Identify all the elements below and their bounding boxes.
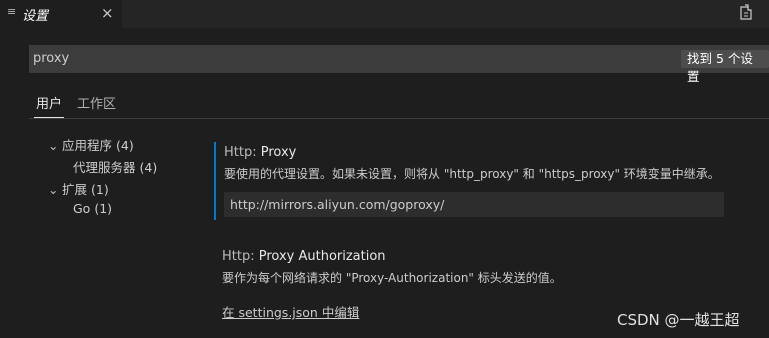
toc-item-go[interactable]: Go (1) bbox=[73, 201, 112, 216]
toc-item-application[interactable]: ⌄ 应用程序 (4) bbox=[48, 135, 134, 154]
toc-label: 应用程序 bbox=[62, 138, 113, 153]
edit-in-settings-json-link[interactable]: 在 settings.json 中编辑 bbox=[222, 302, 359, 321]
settings-tab[interactable]: ≡ 设置 × bbox=[0, 0, 122, 28]
toc-count: (4) bbox=[116, 138, 134, 153]
setting-description: 要使用的代理设置。如果未设置，则将从 "http_proxy" 和 "https… bbox=[224, 167, 720, 181]
setting-title: Http: Proxy bbox=[224, 145, 296, 160]
title-bar: ≡ 设置 × bbox=[0, 0, 769, 28]
setting-http-proxy: Http: Proxy 要使用的代理设置。如果未设置，则将从 "http_pro… bbox=[214, 142, 756, 220]
setting-category: Http: bbox=[224, 145, 261, 160]
search-input[interactable]: proxy bbox=[33, 51, 69, 66]
tab-title: 设置 bbox=[22, 9, 49, 24]
toc-label: Go bbox=[73, 201, 91, 216]
tab-workspace[interactable]: 工作区 bbox=[77, 93, 116, 112]
watermark: CSDN @一越王超 bbox=[617, 311, 740, 329]
scope-tabs: 用户 工作区 bbox=[29, 88, 769, 119]
setting-name: Proxy Authorization bbox=[258, 249, 386, 264]
setting-description: 要作为每个网络请求的 "Proxy-Authorization" 标头发送的值。 bbox=[222, 271, 562, 285]
chevron-down-icon: ⌄ bbox=[48, 138, 59, 153]
tab-user[interactable]: 用户 bbox=[33, 93, 65, 118]
toc-count: (1) bbox=[94, 201, 113, 216]
result-count-badge: 找到 5 个设置 bbox=[681, 50, 769, 84]
list-icon: ≡ bbox=[7, 5, 17, 18]
open-settings-json-icon[interactable] bbox=[737, 4, 755, 22]
toc-label: 扩展 bbox=[62, 182, 88, 197]
setting-title: Http: Proxy Authorization bbox=[222, 249, 386, 264]
setting-category: Http: bbox=[222, 249, 259, 264]
toc-count: (4) bbox=[139, 160, 158, 175]
close-icon[interactable]: × bbox=[101, 4, 114, 22]
toc-label: 代理服务器 bbox=[73, 160, 136, 175]
toc-item-proxy-server[interactable]: 代理服务器 (4) bbox=[73, 157, 157, 176]
toc-item-extensions[interactable]: ⌄ 扩展 (1) bbox=[48, 179, 109, 198]
settings-search[interactable]: proxy 找到 5 个设置 bbox=[29, 45, 769, 84]
toc-count: (1) bbox=[91, 182, 109, 197]
proxy-url-value[interactable]: http://mirrors.aliyun.com/goproxy/ bbox=[230, 197, 444, 212]
setting-name: Proxy bbox=[260, 145, 297, 160]
chevron-down-icon: ⌄ bbox=[48, 182, 59, 197]
proxy-url-input[interactable]: http://mirrors.aliyun.com/goproxy/ bbox=[224, 192, 724, 217]
